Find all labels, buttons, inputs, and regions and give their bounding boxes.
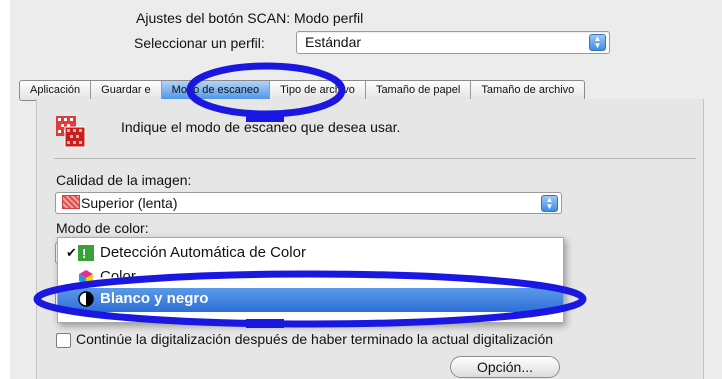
profile-select[interactable]: Estándar ▲ ▼ xyxy=(296,31,610,54)
quality-swatch-icon xyxy=(62,195,80,209)
select-stepper-icon: ▲▼ xyxy=(589,34,606,51)
option-button[interactable]: Opción... xyxy=(450,356,560,378)
image-quality-label: Calidad de la imagen: xyxy=(56,172,192,188)
profile-label: Seleccionar un perfil: xyxy=(134,35,265,51)
tab-bar: Aplicación Guardar e Modo de escaneo Tip… xyxy=(19,80,586,101)
menu-item-label: Blanco y negro xyxy=(100,290,209,307)
menu-item-label: Color xyxy=(100,268,136,285)
svg-text:!: ! xyxy=(82,246,86,261)
profile-select-value: Estándar xyxy=(305,34,362,50)
window-title: Ajustes del botón SCAN: Modo perfil xyxy=(136,10,364,26)
checkmark-icon: ✔ xyxy=(66,245,77,260)
color-mode-label: Modo de color: xyxy=(56,220,149,236)
tab-tipo-de-archivo[interactable]: Tipo de archivo xyxy=(270,81,366,100)
color-mode-menu: ✔ ! Detección Automática de Color Color … xyxy=(57,237,564,323)
auto-color-icon: ! xyxy=(78,245,94,261)
image-quality-value: Superior (lenta) xyxy=(81,195,178,211)
tab-guardar[interactable]: Guardar e xyxy=(91,81,162,100)
menu-item-black-white[interactable]: Blanco y negro xyxy=(58,288,563,312)
image-quality-select[interactable]: Superior (lenta) ▲ ▼ xyxy=(55,192,562,214)
menu-item-label: Detección Automática de Color xyxy=(100,244,306,261)
menu-item-auto-color[interactable]: ✔ ! Detección Automática de Color xyxy=(58,242,563,266)
continue-scan-label: Continúe la digitalización después de ha… xyxy=(76,331,554,347)
scan-mode-icon xyxy=(56,116,86,148)
separator xyxy=(54,158,696,159)
color-icon xyxy=(79,270,93,285)
select-stepper-icon: ▲▼ xyxy=(541,195,558,212)
tab-aplicacion[interactable]: Aplicación xyxy=(20,81,92,100)
tab-tamano-de-papel[interactable]: Tamaño de papel xyxy=(366,81,472,100)
instruction-text: Indique el modo de escaneo que desea usa… xyxy=(121,119,401,135)
tab-modo-de-escaneo[interactable]: Modo de escaneo xyxy=(161,81,271,100)
continue-scan-checkbox[interactable] xyxy=(56,333,71,348)
tab-tamano-de-archivo[interactable]: Tamaño de archivo xyxy=(471,81,584,100)
bw-icon xyxy=(78,291,94,307)
menu-item-color[interactable]: Color xyxy=(58,266,563,290)
